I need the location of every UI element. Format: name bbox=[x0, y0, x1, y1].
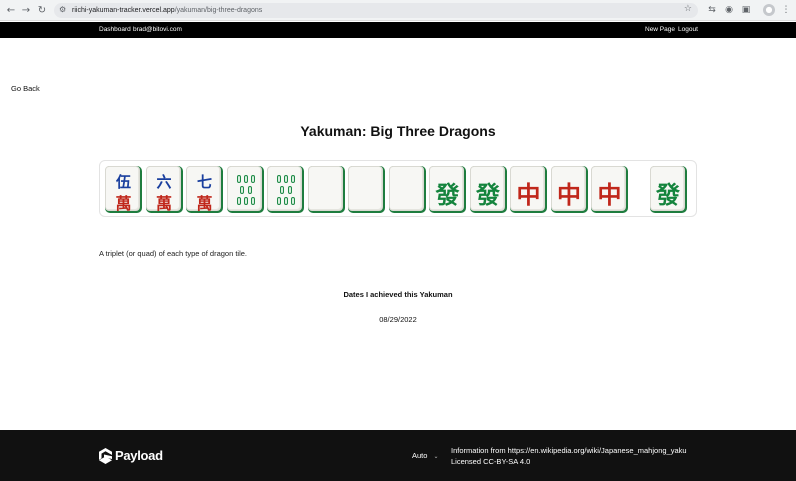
bamboo-stick bbox=[288, 186, 292, 194]
credit-license: Licensed CC-BY-SA 4.0 bbox=[451, 457, 531, 466]
bookmark-star-icon[interactable]: ☆ bbox=[684, 4, 692, 14]
bamboo-stick bbox=[284, 175, 288, 183]
mahjong-tile-red-dragon: 中 bbox=[510, 166, 547, 213]
tile-number-glyph: 七 bbox=[196, 173, 212, 191]
tile-face: 中 bbox=[591, 166, 626, 211]
date-item: 08/29/2022 bbox=[379, 315, 417, 324]
credit-source: Information from https://en.wikipedia.or… bbox=[451, 446, 687, 455]
yakuman-description: A triplet (or quad) of each type of drag… bbox=[99, 249, 248, 258]
tile-face: 中 bbox=[510, 166, 545, 211]
mahjong-tile-white-dragon bbox=[348, 166, 385, 213]
menu-kebab-icon[interactable]: ⋮ bbox=[780, 4, 792, 16]
bamboo-stick bbox=[236, 175, 241, 183]
tile-face: 伍萬 bbox=[105, 166, 140, 213]
tile-dragon-glyph: 中 bbox=[597, 180, 622, 209]
tile-suit-glyph: 萬 bbox=[115, 194, 132, 213]
tile-dragon-glyph: 發 bbox=[476, 180, 500, 209]
puzzle-icon[interactable]: ▣ bbox=[740, 4, 752, 16]
tile-hand: 伍萬六萬七萬發發中中中發 bbox=[99, 160, 697, 217]
mahjong-tile-bamboo bbox=[226, 166, 264, 213]
footer-credit: Information from https://en.wikipedia.or… bbox=[451, 445, 687, 467]
mahjong-tile-green-dragon: 發 bbox=[649, 166, 687, 213]
reload-icon[interactable]: ↻ bbox=[35, 4, 49, 17]
payload-logo[interactable]: Payload bbox=[99, 448, 163, 464]
tile-dragon-glyph: 發 bbox=[656, 180, 680, 209]
extension-icon[interactable]: ◉ bbox=[723, 4, 735, 16]
site-navbar: Dashboard brad@bitovi.com New Page Logou… bbox=[0, 22, 796, 38]
mahjong-tile-red-dragon: 中 bbox=[550, 166, 588, 213]
bamboo-stick bbox=[291, 197, 295, 205]
tile-suit-glyph: 萬 bbox=[155, 194, 172, 213]
tile-face: 發 bbox=[469, 166, 505, 211]
theme-select[interactable]: Auto ⌄ bbox=[412, 451, 438, 460]
tile-number-glyph: 伍 bbox=[115, 173, 131, 191]
tile-face: 發 bbox=[649, 166, 685, 211]
go-back-link[interactable]: Go Back bbox=[11, 84, 40, 93]
bamboo-stick bbox=[239, 186, 244, 194]
tile-face bbox=[388, 166, 424, 211]
payload-logo-icon bbox=[99, 448, 112, 464]
bamboo-stick bbox=[284, 197, 288, 205]
tile-face: 中 bbox=[550, 166, 586, 211]
profile-icon[interactable]: ● bbox=[763, 4, 775, 16]
mahjong-tile-green-dragon: 發 bbox=[469, 166, 507, 213]
bamboo-stick bbox=[277, 197, 281, 205]
site-footer: Payload Auto ⌄ Information from https://e… bbox=[0, 430, 796, 481]
nav-user-email[interactable]: brad@bitovi.com bbox=[133, 25, 182, 34]
payload-logo-text: Payload bbox=[115, 448, 163, 463]
theme-select-value: Auto bbox=[412, 451, 428, 460]
mahjong-tile-character: 伍萬 bbox=[105, 166, 142, 213]
tile-face bbox=[226, 166, 262, 211]
page-title: Yakuman: Big Three Dragons bbox=[300, 123, 496, 139]
tile-face bbox=[348, 166, 383, 211]
mahjong-tile-white-dragon bbox=[307, 166, 345, 213]
mahjong-tile-white-dragon bbox=[388, 166, 426, 213]
chevron-down-icon: ⌄ bbox=[433, 453, 439, 460]
mahjong-tile-bamboo bbox=[267, 166, 304, 213]
nav-dashboard-link[interactable]: Dashboard bbox=[99, 25, 131, 34]
translate-icon[interactable]: ⇆ bbox=[706, 4, 718, 16]
nav-new-page-link[interactable]: New Page bbox=[645, 25, 675, 34]
tile-face: 六萬 bbox=[145, 166, 181, 213]
tile-face bbox=[267, 166, 302, 211]
tile-suit-glyph: 萬 bbox=[196, 194, 213, 213]
bamboo-stick bbox=[236, 197, 241, 205]
tile-dragon-glyph: 發 bbox=[435, 180, 460, 209]
mahjong-tile-character: 六萬 bbox=[145, 166, 183, 213]
bamboo-stick bbox=[247, 186, 252, 194]
nav-logout-link[interactable]: Logout bbox=[678, 25, 698, 34]
forward-arrow-icon[interactable]: → bbox=[19, 4, 33, 17]
mahjong-tile-character: 七萬 bbox=[186, 166, 223, 213]
bamboo-stick bbox=[250, 197, 255, 205]
tile-face bbox=[307, 166, 343, 211]
tile-dragon-glyph: 中 bbox=[557, 180, 581, 209]
bamboo-stick bbox=[280, 186, 284, 194]
bamboo-stick bbox=[291, 175, 295, 183]
tile-dragon-glyph: 中 bbox=[516, 180, 541, 209]
bamboo-stick bbox=[250, 175, 255, 183]
bamboo-stick bbox=[243, 175, 248, 183]
tile-number-glyph: 六 bbox=[156, 173, 172, 191]
browser-toolbar: ← → ↻ ⚙ riichi-yakuman-tracker.vercel.ap… bbox=[0, 0, 796, 21]
tile-face: 發 bbox=[429, 166, 464, 211]
site-info-icon[interactable]: ⚙ bbox=[59, 5, 66, 14]
dates-heading: Dates I achieved this Yakuman bbox=[343, 290, 453, 299]
address-bar[interactable]: ⚙ riichi-yakuman-tracker.vercel.app/yaku… bbox=[54, 3, 698, 18]
bamboo-stick bbox=[277, 175, 281, 183]
url-text[interactable]: riichi-yakuman-tracker.vercel.app/yakuma… bbox=[72, 5, 262, 16]
back-arrow-icon[interactable]: ← bbox=[4, 4, 18, 17]
tile-face: 七萬 bbox=[186, 166, 221, 213]
bamboo-stick bbox=[243, 197, 248, 205]
mahjong-tile-red-dragon: 中 bbox=[591, 166, 628, 213]
mahjong-tile-green-dragon: 發 bbox=[429, 166, 466, 213]
